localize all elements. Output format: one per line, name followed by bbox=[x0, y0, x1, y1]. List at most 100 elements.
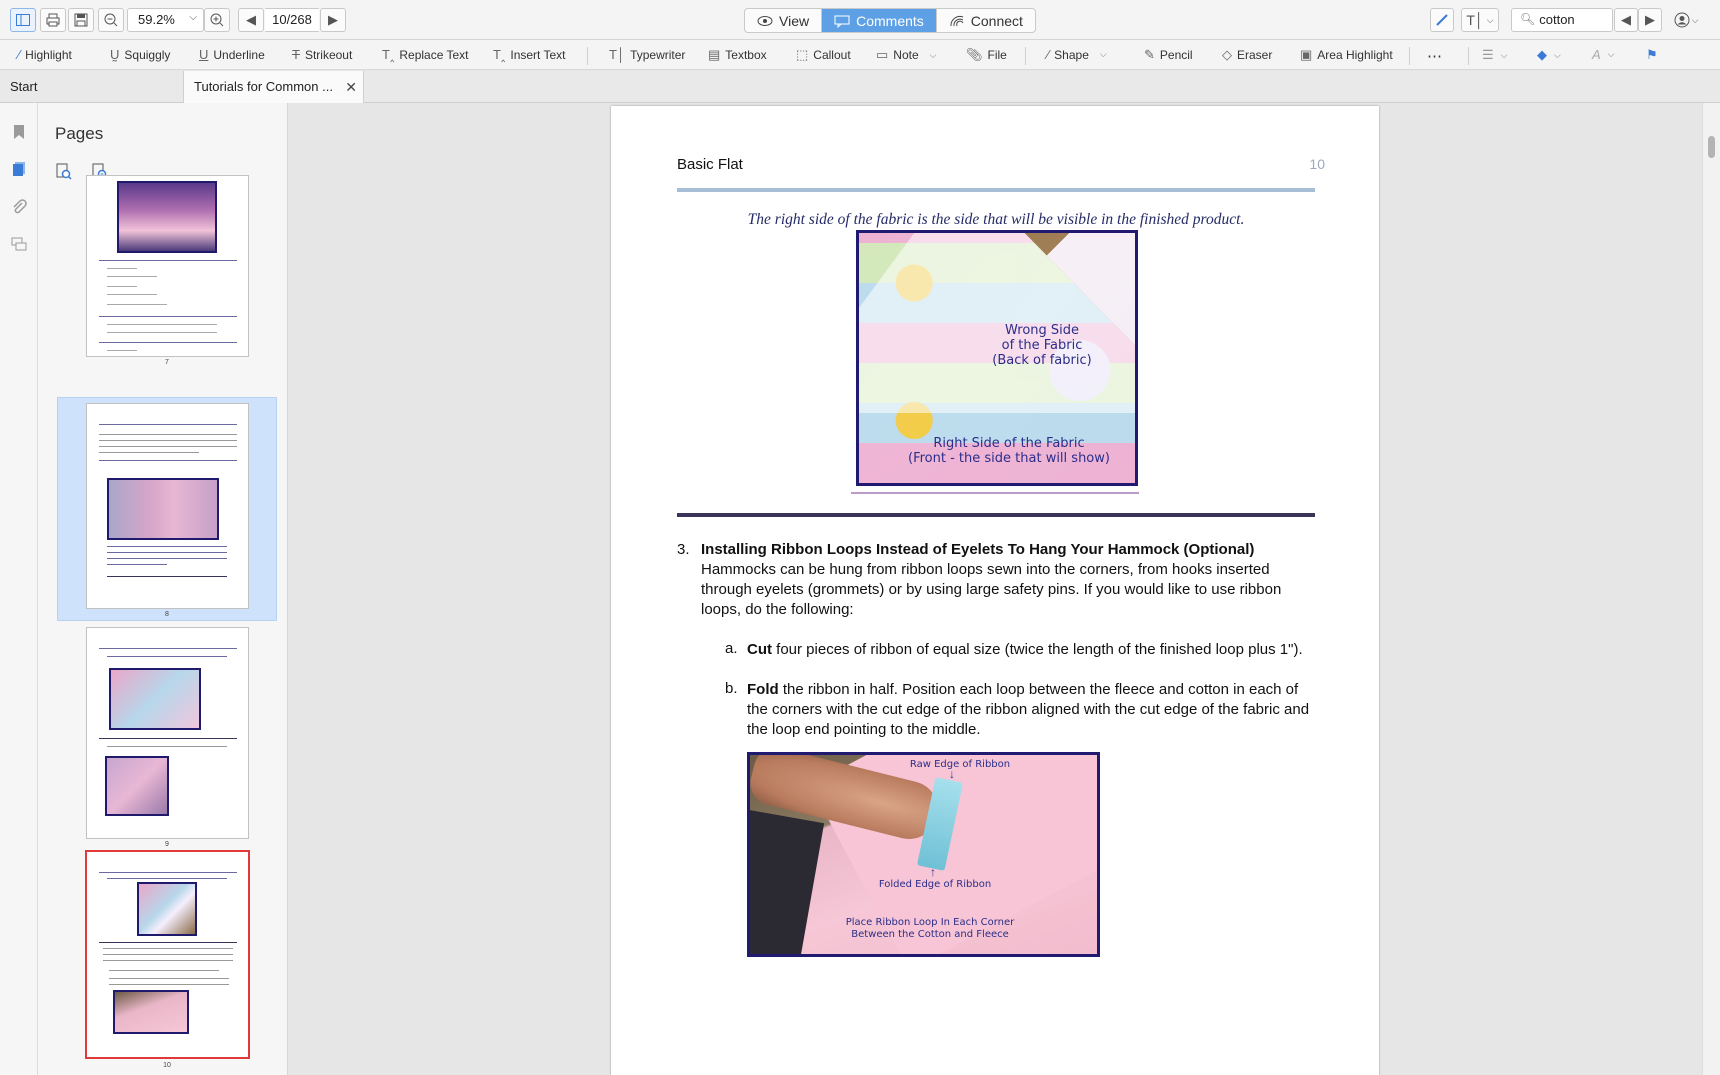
pin-icon[interactable]: ⚑ bbox=[1646, 47, 1658, 63]
thumbnail-line bbox=[107, 576, 227, 577]
shape-label: Shape bbox=[1054, 47, 1089, 62]
thumbnail-line bbox=[107, 276, 157, 277]
attachment-icon[interactable] bbox=[10, 198, 28, 216]
search-previous-button[interactable]: ◀ bbox=[1614, 8, 1638, 32]
view-mode-label: View bbox=[779, 12, 810, 29]
tab-tutorials[interactable]: Tutorials for Common ... ✕ bbox=[183, 71, 364, 104]
thumbnail-line bbox=[103, 954, 233, 955]
arrow-up-icon: ↑ bbox=[930, 865, 936, 879]
close-icon[interactable]: ✕ bbox=[345, 79, 357, 96]
thumbnail-line bbox=[107, 746, 227, 747]
tab-start[interactable]: Start bbox=[0, 71, 183, 103]
save-icon[interactable] bbox=[68, 8, 94, 32]
arrow-down-icon: ↓ bbox=[949, 767, 955, 781]
thumbnail-line bbox=[107, 564, 167, 565]
typewriter-tool[interactable]: T│ Typewriter bbox=[609, 47, 685, 62]
page-number-label: 9 bbox=[165, 841, 169, 848]
zoom-in-icon[interactable] bbox=[204, 8, 230, 32]
main-toolbar: 59.2% ⌵ ◀ 10/268 ▶ View Comments Connect… bbox=[0, 0, 1720, 40]
strikeout-tool[interactable]: T Strikeout bbox=[292, 47, 352, 62]
fill-color-icon[interactable]: ◆ ⌵ bbox=[1537, 47, 1561, 63]
thumbnail-line bbox=[107, 304, 167, 305]
place-loop-label: Place Ribbon Loop In Each Corner Between… bbox=[845, 917, 1015, 940]
mode-switcher: View Comments Connect bbox=[744, 8, 1036, 33]
document-viewer[interactable]: Basic Flat 10 The right side of the fabr… bbox=[288, 103, 1702, 1075]
thumbnail-line bbox=[99, 424, 237, 425]
underline-label: Underline bbox=[213, 47, 265, 62]
print-icon[interactable] bbox=[40, 8, 66, 32]
file-tool[interactable]: 📎︎ File bbox=[966, 47, 1007, 63]
search-field[interactable]: 🔍︎ cotton bbox=[1511, 8, 1613, 32]
scrollbar-thumb[interactable] bbox=[1708, 136, 1715, 158]
search-value: cotton bbox=[1539, 12, 1575, 27]
step-body: Hammocks can be hung from ribbon loops s… bbox=[701, 561, 1282, 618]
photo-underline bbox=[851, 492, 1139, 494]
thumbnail-line bbox=[107, 656, 227, 657]
note-tool[interactable]: ▭ Note ⌵ bbox=[876, 47, 936, 63]
thumbnail-line bbox=[99, 342, 237, 343]
substep-b-letter: b. bbox=[725, 680, 738, 697]
chevron-down-icon: ⌵ bbox=[929, 49, 937, 60]
search-icon: 🔍︎ bbox=[1520, 12, 1536, 26]
area-highlight-label: Area Highlight bbox=[1317, 48, 1393, 62]
file-attach-icon: 📎︎ bbox=[966, 47, 983, 62]
page-header-title: Basic Flat bbox=[677, 156, 743, 173]
thumbnail-line bbox=[109, 970, 219, 971]
insert-text-label: Insert Text bbox=[510, 48, 566, 62]
callout-tool[interactable]: ⬚ Callout bbox=[796, 47, 851, 63]
photo-caption: The right side of the fabric is the side… bbox=[747, 211, 1245, 228]
thumbnail-line bbox=[107, 332, 217, 333]
comments-list-icon[interactable] bbox=[10, 235, 28, 253]
section-rule bbox=[677, 513, 1315, 517]
connect-mode-label: Connect bbox=[970, 12, 1023, 29]
pencil-tool[interactable]: ✎︎ Pencil bbox=[1144, 47, 1193, 63]
search-next-button[interactable]: ▶ bbox=[1638, 8, 1662, 32]
toolbar-divider bbox=[1025, 47, 1026, 65]
highlight-tool[interactable]: ∕ Highlight bbox=[18, 47, 72, 62]
page-thumbnail-current[interactable] bbox=[85, 850, 250, 1059]
page-number-label: 8 bbox=[165, 611, 169, 618]
file-label: File bbox=[987, 48, 1007, 62]
page-thumbnail[interactable] bbox=[86, 175, 249, 357]
page-thumbnail[interactable] bbox=[86, 627, 249, 839]
insert-text-tool[interactable]: T‸ Insert Text bbox=[493, 47, 566, 63]
view-mode-button[interactable]: View bbox=[745, 9, 823, 32]
text-tool-icon[interactable]: T│ ⌵ bbox=[1461, 8, 1499, 32]
textbox-tool[interactable]: ▤ Textbox bbox=[708, 47, 767, 63]
connect-mode-button[interactable]: Connect bbox=[937, 9, 1035, 32]
replace-text-icon: T‸ bbox=[382, 47, 395, 62]
previous-page-button[interactable]: ◀ bbox=[238, 8, 264, 32]
replace-text-tool[interactable]: T‸ Replace Text bbox=[382, 47, 469, 63]
pages-icon[interactable] bbox=[10, 160, 28, 178]
raw-edge-label: Raw Edge of Ribbon bbox=[909, 759, 1011, 770]
next-page-button[interactable]: ▶ bbox=[320, 8, 346, 32]
area-highlight-tool[interactable]: ▣ Area Highlight bbox=[1300, 47, 1393, 63]
font-style-icon[interactable]: A ⌵ bbox=[1592, 47, 1615, 62]
highlight-label: Highlight bbox=[25, 47, 72, 62]
squiggly-tool[interactable]: Ṵ Squiggly bbox=[110, 47, 170, 62]
bookmark-icon[interactable] bbox=[10, 123, 28, 141]
chevron-down-icon: ⌵ bbox=[1099, 49, 1107, 59]
sidebar-icon-strip bbox=[0, 103, 38, 1075]
thumbnail-line bbox=[107, 268, 137, 269]
page-search-icon[interactable] bbox=[55, 163, 73, 181]
sidebar-toggle-icon[interactable] bbox=[10, 8, 36, 32]
eraser-tool[interactable]: ◇ Eraser bbox=[1222, 47, 1272, 63]
pen-icon[interactable] bbox=[1430, 8, 1454, 32]
more-tools-icon[interactable]: ⋯ bbox=[1427, 47, 1442, 65]
shape-tool[interactable]: ∕ Shape ⌵ bbox=[1047, 47, 1107, 62]
squiggly-icon: Ṵ bbox=[110, 47, 120, 62]
zoom-level-select[interactable]: 59.2% ⌵ bbox=[127, 8, 204, 32]
thumbnail-line bbox=[99, 440, 237, 441]
account-icon[interactable]: ⌵ bbox=[1668, 8, 1704, 32]
vertical-scrollbar[interactable] bbox=[1702, 103, 1720, 1075]
comments-mode-button[interactable]: Comments bbox=[822, 9, 937, 32]
line-style-icon[interactable]: ☰ ⌵ bbox=[1482, 47, 1507, 63]
thumbnail-line bbox=[103, 960, 233, 961]
substep-b: Fold the ribbon in half. Position each l… bbox=[747, 680, 1317, 740]
thumbnail-line bbox=[107, 546, 227, 547]
zoom-out-icon[interactable] bbox=[98, 8, 124, 32]
underline-tool[interactable]: U Underline bbox=[199, 47, 265, 62]
page-number-input[interactable]: 10/268 bbox=[265, 8, 319, 32]
page-thumbnail[interactable] bbox=[86, 403, 249, 609]
